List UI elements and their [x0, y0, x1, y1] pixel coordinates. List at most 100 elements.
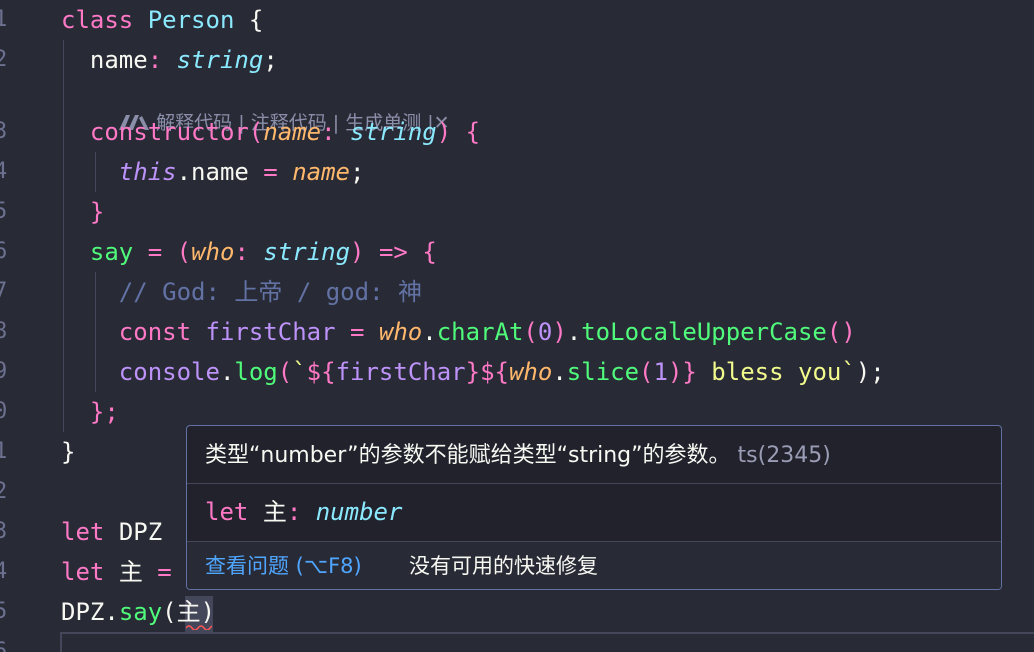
function-name-token: say [89, 238, 134, 266]
parameter-token: name [263, 118, 322, 146]
punctuation-token: ${ [480, 358, 509, 386]
code-line[interactable]: let DPZ [61, 512, 162, 552]
number-token: 1 [653, 358, 668, 386]
line-number: 3 [0, 519, 8, 544]
punctuation-token: } [61, 438, 76, 466]
line-number: 2 [0, 479, 8, 504]
line-number: 6 [0, 639, 8, 652]
method-token: charAt [436, 318, 524, 346]
line-number: 7 [0, 279, 8, 304]
punctuation-token: . [219, 358, 235, 386]
no-quick-fix-text: 没有可用的快速修复 [409, 554, 598, 578]
keyword-token: let [205, 498, 249, 526]
line-number: 5 [0, 599, 8, 624]
variable-token: firstChar [205, 318, 336, 346]
variable-token: DPZ [61, 598, 105, 626]
line-number: 0 [0, 399, 8, 424]
code-line[interactable]: }; [61, 392, 119, 432]
function-name-token: constructor [89, 118, 249, 146]
line-number: 9 [0, 359, 8, 384]
punctuation-token: ( [523, 318, 538, 346]
method-token: log [234, 358, 278, 386]
punctuation-token: ) [350, 238, 365, 266]
punctuation-token: . [566, 318, 582, 346]
parameter-token: who [378, 318, 423, 346]
hover-message: 类型“number”的参数不能赋给类型“string”的参数。 ts(2345) [205, 436, 831, 476]
punctuation-token: { [465, 118, 481, 146]
variable-token: 主 [118, 558, 143, 586]
code-editor[interactable]: 1 2 3 4 5 6 7 8 9 0 1 2 3 4 5 6 class Pe… [0, 0, 1034, 652]
class-name-token: Person [147, 6, 235, 34]
line-number: 6 [0, 239, 8, 264]
string-token: ` [292, 358, 307, 386]
current-line-highlight [60, 632, 1034, 652]
line-number: 8 [0, 319, 8, 344]
code-line[interactable]: console.log(`${firstChar}${who.slice(1)}… [61, 352, 885, 392]
string-token: ` [841, 358, 856, 386]
error-message: 类型“number”的参数不能赋给类型“string”的参数。 [205, 443, 731, 468]
punctuation-token: ) [667, 358, 683, 386]
view-problem-link[interactable]: 查看问题 (⌥F8) [205, 548, 362, 584]
operator-token: = [157, 558, 172, 586]
punctuation-token: : [321, 118, 336, 146]
method-token: say [118, 598, 163, 626]
string-token: bless you [696, 358, 842, 386]
line-number: 2 [0, 47, 8, 72]
punctuation-token: { [248, 6, 264, 34]
punctuation-token: ${ [306, 358, 336, 386]
punctuation-token: ; [263, 46, 278, 74]
punctuation-token: : [234, 238, 249, 266]
code-line[interactable]: } [61, 432, 75, 472]
parameter-token: who [191, 238, 235, 266]
code-line[interactable]: name: string; [61, 40, 278, 80]
code-line[interactable]: this.name = name; [61, 152, 365, 192]
code-line[interactable]: let 主 = [61, 552, 172, 592]
line-number: 1 [0, 7, 8, 32]
keyword-token: let [61, 518, 105, 546]
code-line[interactable]: say = (who: string) => { [61, 232, 437, 272]
punctuation-token: . [422, 318, 437, 346]
variable-token: console [118, 358, 220, 386]
code-line[interactable]: constructor(name: string) { [61, 112, 480, 152]
divider [187, 483, 1001, 484]
parameter-token: who [508, 358, 553, 386]
operator-token: = [147, 238, 163, 266]
punctuation-token: () [826, 318, 856, 346]
this-token: this [118, 158, 177, 186]
punctuation-token: ( [248, 118, 264, 146]
punctuation-token: } [465, 358, 481, 386]
error-code: ts(2345) [737, 443, 831, 468]
error-argument-token[interactable]: 主 [177, 598, 201, 626]
arrow-token: => [378, 238, 408, 266]
line-number: 1 [0, 439, 8, 464]
method-token: toLocaleUpperCase [581, 318, 827, 346]
punctuation-token: ) [200, 598, 216, 626]
code-line[interactable]: class Person { [61, 0, 263, 40]
punctuation-token: } [682, 358, 697, 386]
punctuation-token: : [286, 498, 302, 526]
variable-token: 主 [262, 498, 287, 526]
punctuation-token: } [89, 198, 105, 226]
property-token: .name [176, 158, 249, 186]
code-line[interactable]: } [61, 192, 104, 232]
code-line[interactable]: const firstChar = who.charAt(0).toLocale… [61, 312, 856, 352]
ai-code-lens: 解释代码 | 注释代码 | 生成单测 |✕ [94, 78, 450, 134]
variable-token: firstChar [335, 358, 466, 386]
type-token: string [176, 46, 264, 74]
code-line[interactable]: // God: 上帝 / god: 神 [61, 272, 422, 312]
line-number: 4 [0, 559, 8, 584]
punctuation-token: ; [350, 158, 365, 186]
keyword-token: class [61, 6, 134, 34]
comment-token: // God: 上帝 / god: 神 [118, 278, 422, 306]
method-token: slice [566, 358, 640, 386]
punctuation-token: }; [89, 398, 119, 426]
error-squiggle-icon [186, 625, 212, 630]
hover-signature: let 主: number [205, 492, 402, 532]
punctuation-token: . [104, 598, 119, 626]
keyword-token: let [61, 558, 105, 586]
punctuation-token: ( [277, 358, 293, 386]
type-token: number [315, 498, 403, 526]
hover-status-bar: 查看问题 (⌥F8) 没有可用的快速修复 [187, 541, 1001, 589]
punctuation-token: : [147, 46, 163, 74]
number-token: 0 [537, 318, 553, 346]
